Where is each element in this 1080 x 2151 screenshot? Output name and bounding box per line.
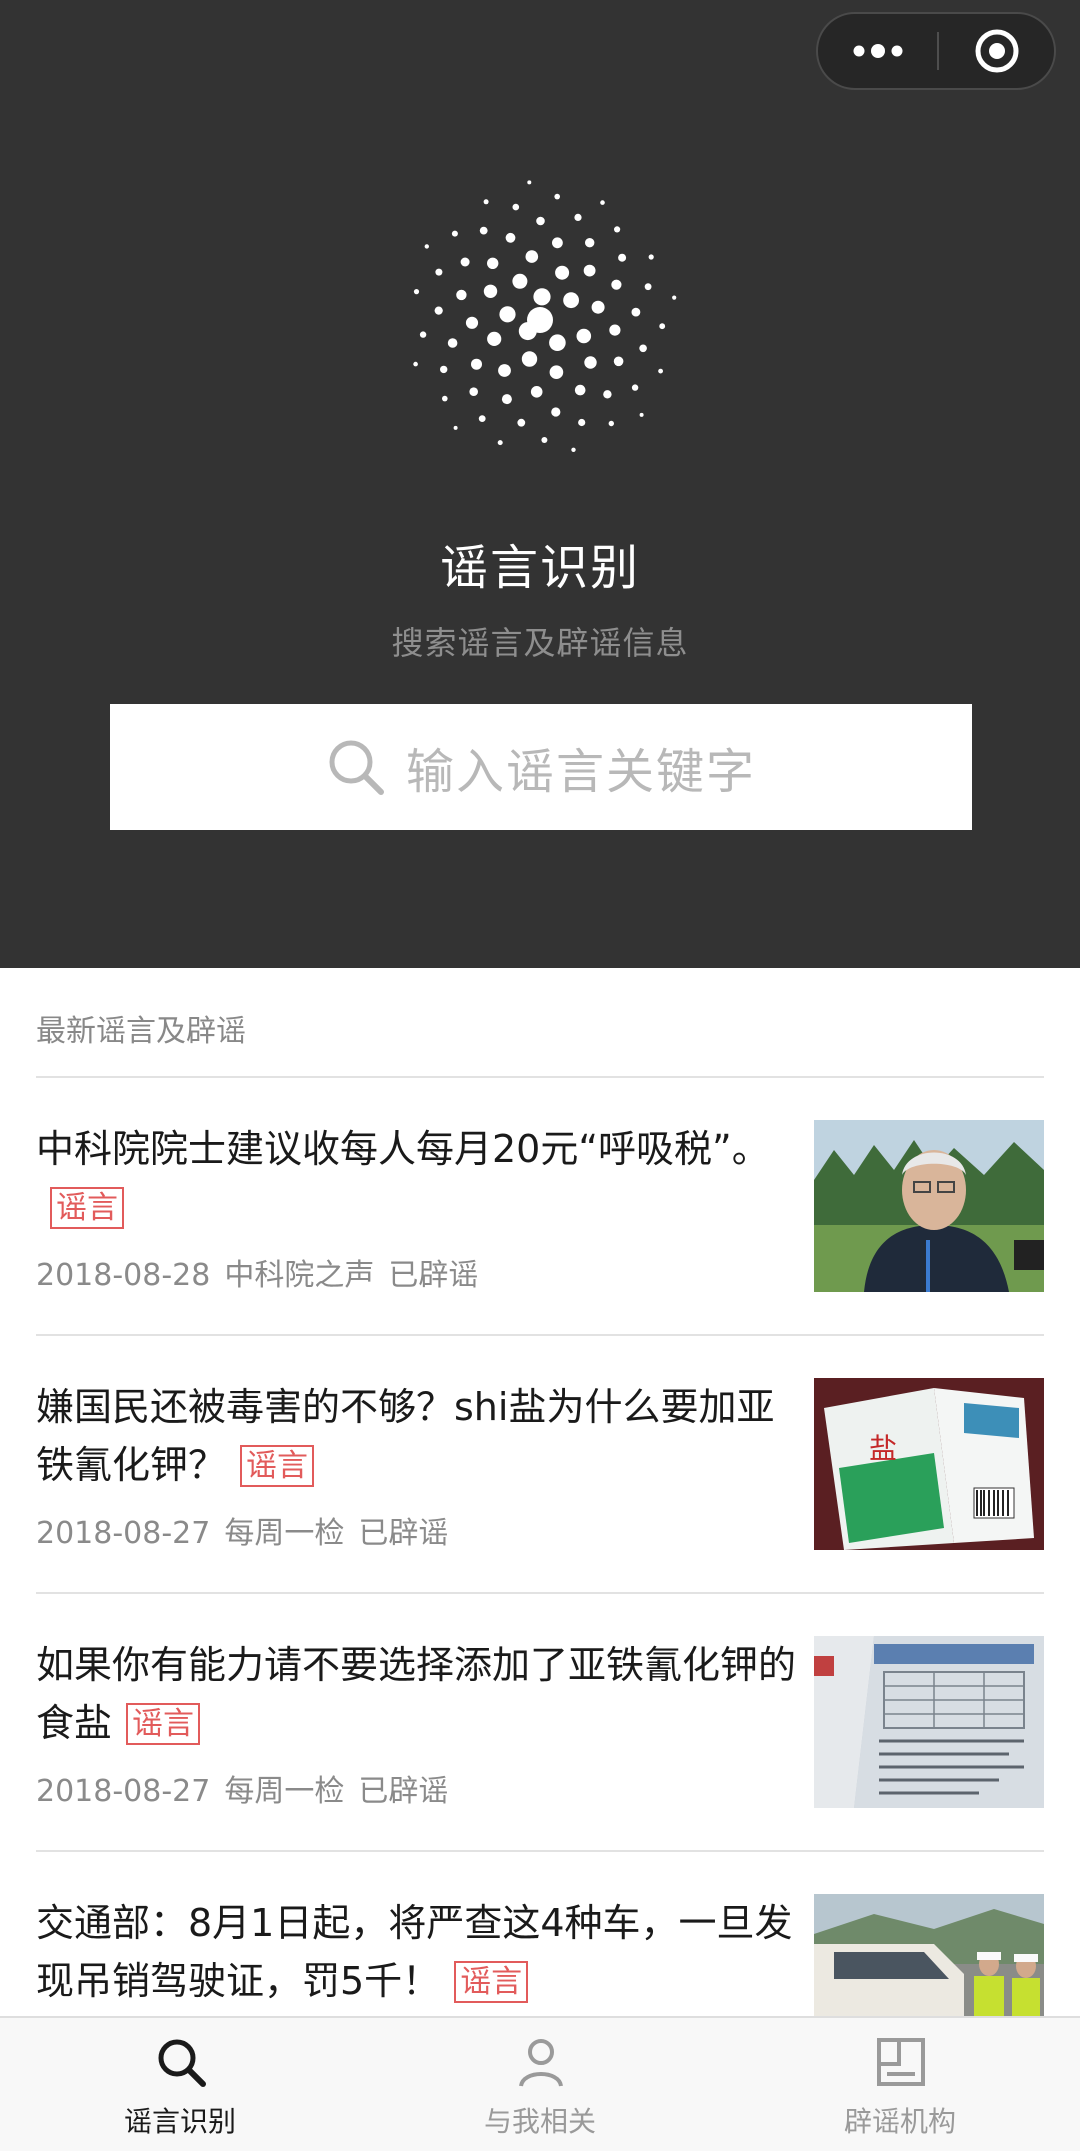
rumor-tag: 谣言 bbox=[50, 1187, 124, 1229]
target-close-icon bbox=[975, 29, 1018, 73]
header: 谣言识别 搜索谣言及辟谣信息 输入谣言关键字 bbox=[0, 0, 1080, 968]
news-status: 已辟谣 bbox=[358, 1516, 449, 1551]
news-title: 交通部：8月1日起，将严查这4种车，一旦发现吊销驾驶证，罚5千！ 谣言 bbox=[36, 1901, 793, 2003]
rumor-tag: 谣言 bbox=[454, 1961, 529, 2003]
news-source: 每周一检 bbox=[224, 1774, 345, 1809]
mini-program-capsule bbox=[816, 12, 1056, 90]
tab-label: 辟谣机构 bbox=[843, 2105, 956, 2138]
news-thumbnail: 盐 bbox=[814, 1378, 1044, 1550]
tab-label: 谣言识别 bbox=[123, 2105, 236, 2138]
news-meta: 2018-08-27 每周一检 已辟谣 bbox=[36, 1508, 462, 1552]
news-meta: 2018-08-28 中科院之声 已辟谣 bbox=[36, 1250, 492, 1294]
tab-label: 与我相关 bbox=[483, 2105, 596, 2138]
dots-logo-icon bbox=[413, 180, 677, 452]
item-divider bbox=[36, 1592, 1044, 1594]
svg-text:盐: 盐 bbox=[869, 1432, 897, 1465]
search-placeholder: 输入谣言关键字 bbox=[405, 744, 756, 800]
news-item[interactable]: 中科院院士建议收每人每月20元“呼吸税”。谣言 2018-08-28 中科院之声已… bbox=[36, 1120, 1044, 1376]
news-title: 嫌国民还被毒害的不够？shi盐为什么要加亚铁氰化钾？ 谣言 bbox=[36, 1385, 775, 1487]
close-button[interactable] bbox=[939, 14, 1054, 88]
news-date: 2018-08-27 bbox=[36, 1516, 211, 1551]
page: 谣言识别 搜索谣言及辟谣信息 输入谣言关键字 最新谣言及辟谣 中科院院士建议收每… bbox=[0, 0, 1080, 2151]
news-status: 已辟谣 bbox=[358, 1774, 449, 1809]
section-title: 最新谣言及辟谣 bbox=[36, 1014, 246, 1049]
news-source: 每周一检 bbox=[224, 1516, 345, 1551]
news-item[interactable]: 嫌国民还被毒害的不够？shi盐为什么要加亚铁氰化钾？ 谣言 2018-08-27 每… bbox=[36, 1378, 1044, 1634]
salt-label-photo bbox=[814, 1636, 1044, 1808]
search-icon bbox=[158, 2039, 206, 2087]
news-title: 中科院院士建议收每人每月20元“呼吸税”。谣言 bbox=[36, 1120, 796, 1236]
news-title: 如果你有能力请不要选择添加了亚铁氰化钾的食盐 谣言 bbox=[36, 1643, 797, 1745]
app-title: 谣言识别 bbox=[439, 540, 640, 596]
news-source: 中科院之声 bbox=[224, 1258, 375, 1293]
rumor-tag: 谣言 bbox=[126, 1703, 201, 1745]
tab-bar: 谣言识别 与我相关 辟谣机构 bbox=[0, 2016, 1080, 2151]
item-divider bbox=[36, 1850, 1044, 1852]
section-divider bbox=[36, 1076, 1044, 1078]
search-input[interactable]: 输入谣言关键字 bbox=[110, 704, 972, 830]
more-button[interactable] bbox=[818, 14, 938, 88]
salt-bags-photo: 盐 bbox=[814, 1378, 1044, 1550]
search-icon bbox=[329, 740, 384, 795]
building-icon bbox=[877, 2038, 925, 2086]
rumor-tag: 谣言 bbox=[240, 1445, 315, 1487]
tab-debunk-institutions[interactable]: 辟谣机构 bbox=[720, 2018, 1080, 2151]
tab-related-to-me[interactable]: 与我相关 bbox=[360, 2018, 720, 2151]
news-thumbnail bbox=[814, 1120, 1044, 1292]
app-subtitle: 搜索谣言及辟谣信息 bbox=[391, 624, 689, 662]
news-item[interactable]: 如果你有能力请不要选择添加了亚铁氰化钾的食盐 谣言 2018-08-27 每周一检已… bbox=[36, 1636, 1044, 1892]
person-icon bbox=[519, 2039, 563, 2087]
news-date: 2018-08-27 bbox=[36, 1774, 211, 1809]
news-status: 已辟谣 bbox=[388, 1258, 479, 1293]
news-date: 2018-08-28 bbox=[36, 1258, 211, 1293]
news-thumbnail bbox=[814, 1636, 1044, 1808]
item-divider bbox=[36, 1334, 1044, 1336]
elderly-man-photo bbox=[814, 1120, 1044, 1292]
news-meta: 2018-08-27 每周一检 已辟谣 bbox=[36, 1766, 462, 1810]
tab-rumor-search[interactable]: 谣言识别 bbox=[0, 2018, 360, 2151]
more-dots-icon bbox=[853, 44, 903, 58]
